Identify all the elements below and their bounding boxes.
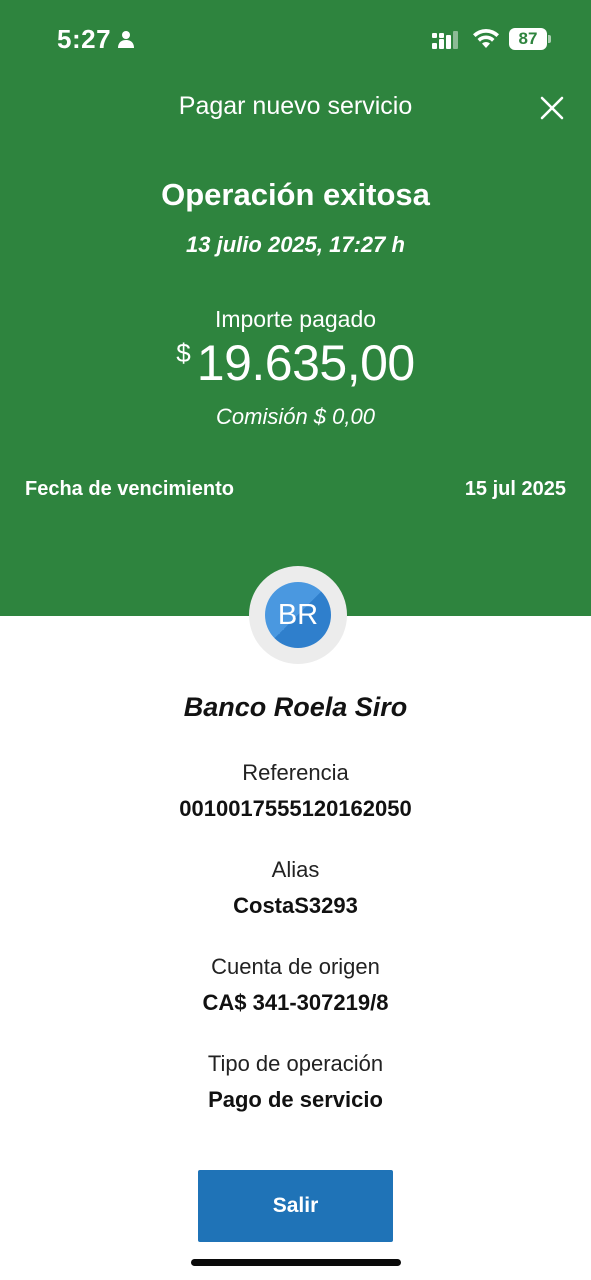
alias-value: CostaS3293 (233, 893, 358, 918)
exit-button[interactable]: Salir (198, 1170, 393, 1242)
status-time: 5:27 (57, 24, 112, 54)
payee-name: Banco Roela Siro (183, 692, 408, 722)
operation-type-value: Pago de servicio (208, 1087, 383, 1112)
source-account-label: Cuenta de origen (211, 954, 380, 979)
battery-icon: 87 (509, 28, 547, 50)
success-title: Operación exitosa (161, 177, 430, 212)
page-title: Pagar nuevo servicio (178, 92, 413, 120)
reference-value: 0010017555120162050 (179, 796, 412, 821)
amount-label: Importe pagado (214, 306, 377, 332)
amount-paid: $19.635,00 (0, 334, 591, 392)
commission: Comisión $ 0,00 (216, 404, 375, 429)
close-icon[interactable] (536, 92, 568, 124)
wifi-icon (473, 28, 499, 48)
header-panel: 5:27 87 Pagar nuevo servicio Operación e… (0, 0, 591, 616)
amount-value: 19.635,00 (196, 335, 415, 391)
avatar: BR (265, 582, 331, 648)
operation-type-label: Tipo de operación (207, 1051, 384, 1076)
alias-label: Alias (271, 857, 320, 882)
due-date-value: 15 jul 2025 (464, 478, 566, 500)
home-indicator[interactable] (191, 1259, 401, 1266)
signal-icon (432, 31, 458, 49)
source-account-value: CA$ 341-307219/8 (202, 990, 389, 1015)
person-icon (118, 31, 134, 48)
battery-nub (548, 35, 551, 43)
operation-datetime: 13 julio 2025, 17:27 h (186, 232, 405, 257)
due-date-label: Fecha de vencimiento (25, 478, 234, 500)
reference-label: Referencia (242, 760, 349, 785)
currency-symbol: $ (176, 338, 191, 368)
